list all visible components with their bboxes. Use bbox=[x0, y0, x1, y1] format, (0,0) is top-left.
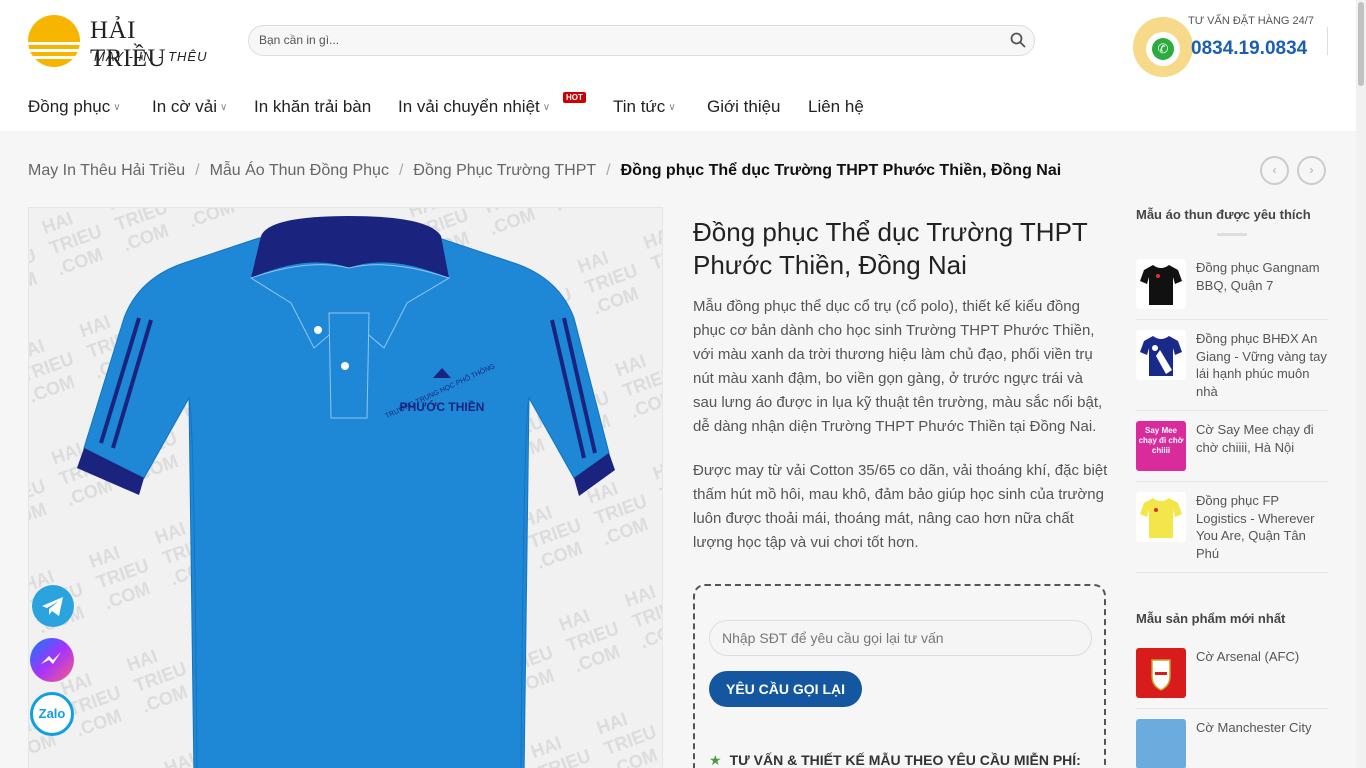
breadcrumb-link[interactable]: May In Thêu Hải Triều bbox=[28, 162, 185, 179]
breadcrumb: May In Thêu Hải Triều / Mẫu Áo Thun Đồng P… bbox=[28, 162, 1062, 179]
product-thumbnail[interactable] bbox=[1136, 492, 1186, 542]
list-item-label[interactable]: Cờ Manchester City bbox=[1196, 719, 1311, 768]
header-divider bbox=[1327, 27, 1328, 55]
list-item[interactable]: Đồng phục Gangnam BBQ, Quận 7 bbox=[1136, 249, 1328, 320]
list-item[interactable]: Cờ Arsenal (AFC) bbox=[1136, 638, 1328, 709]
hotline-label: TƯ VẤN ĐẶT HÀNG 24/7 bbox=[1188, 15, 1314, 27]
telegram-icon bbox=[42, 597, 63, 616]
search-bar bbox=[248, 25, 1035, 56]
star-icon: ★ bbox=[709, 752, 722, 768]
chevron-down-icon: ∨ bbox=[542, 102, 551, 113]
logo-title: HẢI TRIỀU bbox=[90, 17, 167, 72]
latest-list: Cờ Arsenal (AFC) Cờ Manchester City bbox=[1136, 638, 1328, 768]
page-content: May In Thêu Hải Triều / Mẫu Áo Thun Đồng P… bbox=[0, 131, 1356, 768]
hot-badge: HOT bbox=[563, 92, 586, 103]
nav-item-tin-tuc[interactable]: Tin tức ∨ bbox=[613, 97, 676, 117]
sidebar-title-favorites: Mẫu áo thun được yêu thích bbox=[1136, 207, 1311, 222]
zalo-icon: Zalo bbox=[38, 706, 66, 721]
scrollbar-thumb[interactable] bbox=[1358, 2, 1364, 86]
product-desc-paragraph: Mẫu đồng phục thể dục cổ trụ (cổ polo), … bbox=[693, 298, 1103, 435]
product-image[interactable]: HAI TRIEU .COM TRƯ bbox=[28, 207, 663, 768]
hotline[interactable]: ✆ TƯ VẤN ĐẶT HÀNG 24/7 0834.19.0834 bbox=[1133, 15, 1333, 79]
nav-item-in-vai-chuyen-nhiet[interactable]: In vải chuyển nhiệt ∨ HOT bbox=[398, 92, 586, 117]
product-thumbnail[interactable]: Say Mee chạy đi chờ chiiii bbox=[1136, 421, 1186, 471]
hotline-number[interactable]: 0834.19.0834 bbox=[1191, 38, 1307, 60]
messenger-icon bbox=[41, 652, 61, 664]
product-desc-paragraph: Được may từ vải Cotton 35/65 co dãn, vải… bbox=[693, 462, 1108, 551]
main-nav: Đồng phục ∨ In cờ vải ∨ In khăn trải bàn I… bbox=[0, 80, 1356, 131]
callback-form: YÊU CẦU GỌI LẠI ★TƯ VẤN & THIẾT KẾ MẪU T… bbox=[693, 584, 1106, 768]
nav-item-lien-he[interactable]: Liên hệ bbox=[808, 97, 864, 117]
site-header: HẢI TRIỀU MAY - IN - THÊU ✆ TƯ VẤN ĐẶT H… bbox=[0, 0, 1356, 80]
free-consult-line: ★ TƯ VẤN & THIẾT KẾ MẪU THEO YÊU CẦU MIỄN… bbox=[709, 752, 1081, 768]
nav-item-in-khan-trai-ban[interactable]: In khăn trải bàn bbox=[254, 97, 371, 117]
nav-item-gioi-thieu[interactable]: Giới thiệu bbox=[707, 97, 781, 117]
chevron-down-icon: ∨ bbox=[113, 102, 121, 113]
sidebar-title-latest: Mẫu sản phẩm mới nhất bbox=[1136, 611, 1286, 626]
product-thumbnail[interactable] bbox=[1136, 330, 1186, 380]
sidebar: Mẫu áo thun được yêu thích Đồng phục Gan… bbox=[1136, 207, 1328, 768]
list-item[interactable]: Say Mee chạy đi chờ chiiii Cờ Say Mee ch… bbox=[1136, 411, 1328, 482]
breadcrumb-link[interactable]: Đồng Phục Trường THPT bbox=[413, 162, 596, 179]
favorites-list: Đồng phục Gangnam BBQ, Quận 7 Đồng phục … bbox=[1136, 249, 1328, 573]
product-title: Đồng phục Thể dục Trường THPT Phước Thiề… bbox=[693, 217, 1088, 280]
product-thumbnail[interactable] bbox=[1136, 259, 1186, 309]
logo-subtitle: MAY - IN - THÊU bbox=[94, 49, 208, 64]
logo-sun-icon bbox=[28, 15, 80, 67]
product-thumbnail[interactable] bbox=[1136, 719, 1186, 768]
breadcrumb-current: Đồng phục Thể dục Trường THPT Phước Thiề… bbox=[620, 162, 1062, 179]
chevron-down-icon: ∨ bbox=[220, 102, 228, 113]
next-product-button[interactable]: › bbox=[1297, 156, 1326, 185]
shirt-print-name: PHƯỚC THIỀN bbox=[400, 399, 485, 414]
hotline-circle: ✆ bbox=[1133, 17, 1193, 77]
breadcrumb-link[interactable]: Mẫu Áo Thun Đồng Phục bbox=[210, 162, 389, 179]
list-item[interactable]: Đồng phục FP Logistics - Wherever You Ar… bbox=[1136, 482, 1328, 573]
phone-input[interactable] bbox=[709, 620, 1092, 656]
nav-item-in-co-vai[interactable]: In cờ vải ∨ bbox=[152, 97, 227, 117]
search-icon[interactable] bbox=[1010, 32, 1026, 48]
polo-shirt-image: HAI TRIEU .COM TRƯ bbox=[29, 208, 662, 768]
list-item-label[interactable]: Đồng phục Gangnam BBQ, Quận 7 bbox=[1196, 259, 1328, 309]
product-thumbnail[interactable] bbox=[1136, 648, 1186, 698]
messenger-button[interactable] bbox=[30, 638, 74, 682]
nav-item-dong-phuc[interactable]: Đồng phục ∨ bbox=[28, 97, 121, 117]
search-input[interactable] bbox=[259, 33, 999, 47]
list-item[interactable]: Cờ Manchester City bbox=[1136, 709, 1328, 768]
site-logo[interactable]: HẢI TRIỀU MAY - IN - THÊU bbox=[28, 15, 208, 72]
request-callback-button[interactable]: YÊU CẦU GỌI LẠI bbox=[709, 671, 862, 707]
list-item-label[interactable]: Cờ Say Mee chạy đi chờ chiiii, Hà Nội bbox=[1196, 421, 1328, 471]
page-scrollbar[interactable] bbox=[1356, 0, 1366, 768]
list-item-label[interactable]: Cờ Arsenal (AFC) bbox=[1196, 648, 1299, 698]
chevron-down-icon: ∨ bbox=[668, 102, 676, 113]
prev-product-button[interactable]: ‹ bbox=[1260, 156, 1289, 185]
telegram-button[interactable] bbox=[32, 585, 74, 627]
zalo-button[interactable]: Zalo bbox=[30, 692, 74, 736]
product-description: Mẫu đồng phục thể dục cổ trụ (cổ polo), … bbox=[693, 295, 1108, 575]
list-item-label[interactable]: Đồng phục FP Logistics - Wherever You Ar… bbox=[1196, 492, 1328, 562]
phone-icon: ✆ bbox=[1152, 38, 1174, 60]
list-item-label[interactable]: Đồng phục BHĐX An Giang - Vững vàng tay … bbox=[1196, 330, 1328, 400]
list-item[interactable]: Đồng phục BHĐX An Giang - Vững vàng tay … bbox=[1136, 320, 1328, 411]
